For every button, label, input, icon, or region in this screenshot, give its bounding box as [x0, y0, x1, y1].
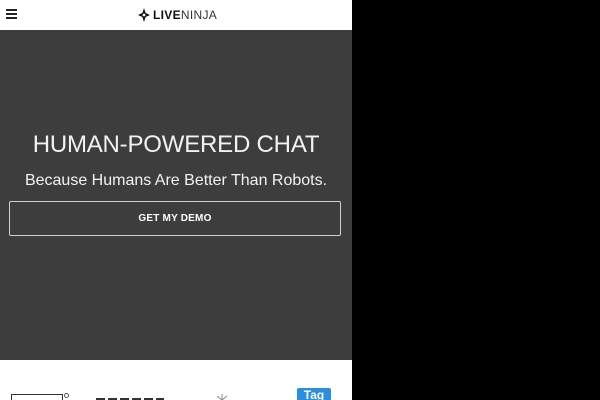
logo-text-ninja: NINJA	[180, 8, 218, 22]
client-logo-4: Tag	[297, 388, 331, 400]
site-header: LIVENINJA	[0, 0, 352, 30]
get-my-demo-button[interactable]: GET MY DEMO	[9, 201, 341, 236]
hamburger-line	[6, 13, 17, 15]
client-logos-strip: Tag	[0, 360, 352, 400]
client-logo-3	[216, 394, 228, 400]
mobile-viewport: LIVENINJA HUMAN-POWERED CHAT Because Hum…	[0, 0, 352, 400]
logo-text-live: LIVE	[153, 8, 181, 22]
hero-title: HUMAN-POWERED CHAT	[32, 131, 320, 158]
hamburger-menu-icon[interactable]	[6, 9, 17, 19]
registered-mark-icon	[64, 393, 69, 398]
client-logo-1	[11, 394, 63, 400]
hero-subtitle: Because Humans Are Better Than Robots.	[24, 172, 328, 189]
liveninja-logo[interactable]: LIVENINJA	[138, 7, 217, 23]
hamburger-line	[6, 17, 17, 19]
hamburger-line	[6, 9, 17, 11]
hero-section: HUMAN-POWERED CHAT Because Humans Are Be…	[0, 30, 352, 360]
ninja-star-icon	[138, 8, 150, 22]
logo-wordmark: LIVENINJA	[153, 7, 217, 23]
